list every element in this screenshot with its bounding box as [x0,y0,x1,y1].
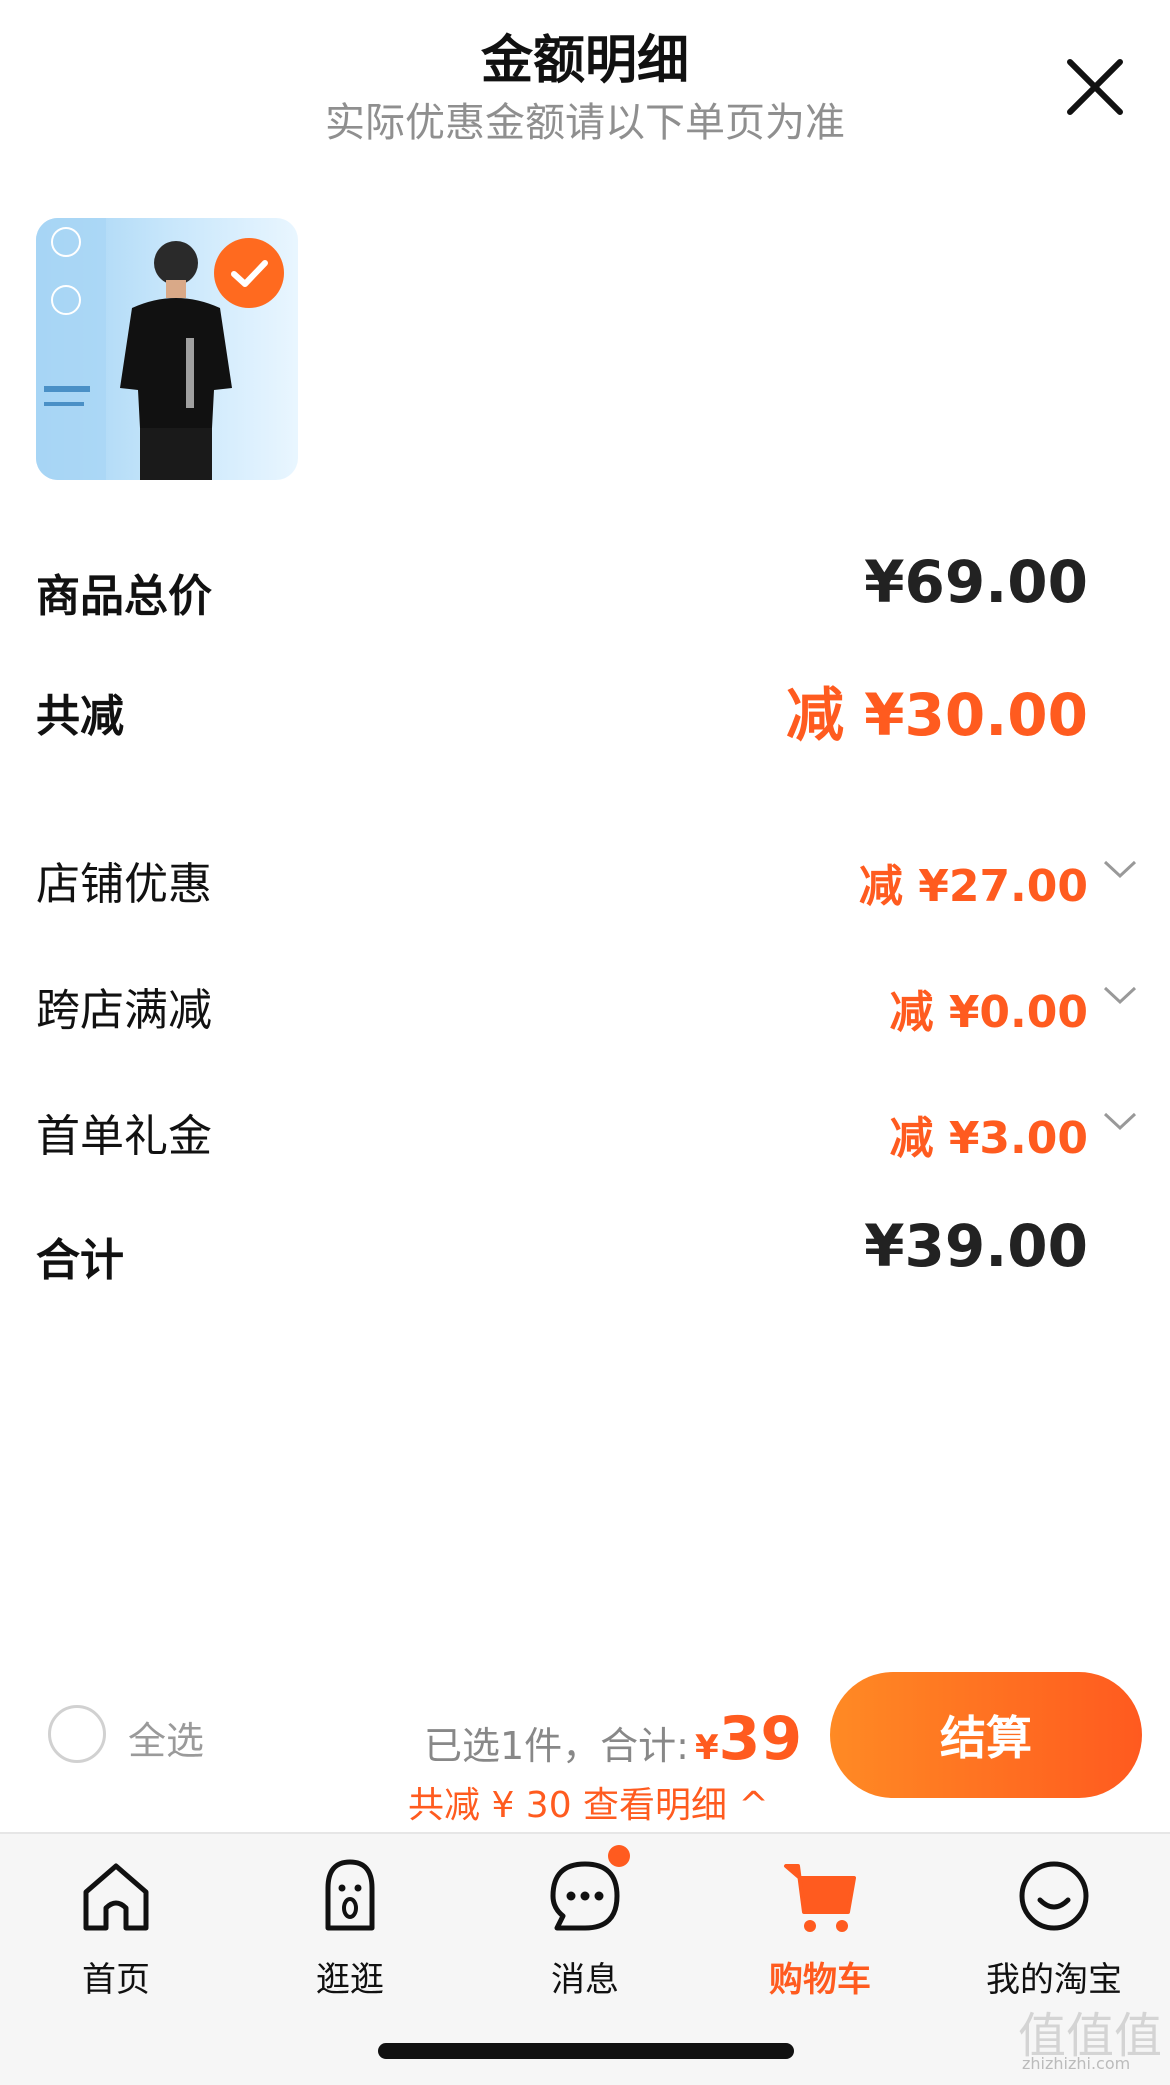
row-label: 跨店满减 [36,985,212,1036]
selected-count-text: 已选1件，合计: [424,1724,689,1768]
row-value: 减 ¥0.00 [889,987,1089,1038]
sheet-subtitle: 实际优惠金额请以下单页为准 [325,100,845,146]
tab-label: 购物车 [769,1960,871,2000]
tab-label: 首页 [82,1960,150,2000]
row-cross-store-discount[interactable]: 跨店满减 减 ¥0.00 [36,974,1138,1064]
tab-profile[interactable]: 我的淘宝 [954,1852,1154,2002]
tab-cart[interactable]: 购物车 [720,1852,920,2002]
row-value: 减 ¥27.00 [858,861,1088,912]
row-label: 店铺优惠 [36,859,212,910]
tab-browse[interactable]: 逛逛 [250,1852,450,2002]
tab-messages[interactable]: 消息 [485,1852,685,2002]
row-label: 商品总价 [36,571,212,622]
currency-symbol: ¥ [694,1728,719,1768]
close-icon[interactable] [1064,56,1126,118]
total-amount: 39 [718,1704,803,1774]
select-all-radio[interactable] [48,1705,106,1763]
row-value: ¥69.00 [864,548,1088,616]
tab-label: 我的淘宝 [986,1960,1122,2000]
row-label: 首单礼金 [36,1111,212,1162]
sheet-header: 金额明细 实际优惠金额请以下单页为准 [0,0,1170,150]
chevron-down-icon[interactable] [1102,1110,1138,1134]
chevron-down-icon[interactable] [1102,984,1138,1008]
watermark-url: zhizhizhi.com [1022,2054,1131,2073]
row-total-discount: 共减 减 ¥30.00 [36,680,1136,770]
row-store-discount[interactable]: 店铺优惠 减 ¥27.00 [36,848,1138,938]
chevron-down-icon[interactable] [1102,858,1138,882]
row-first-order-gift[interactable]: 首单礼金 减 ¥3.00 [36,1100,1138,1190]
sheet-title: 金额明细 [480,31,689,91]
select-all-label[interactable]: 全选 [128,1710,204,1765]
product-thumbnail[interactable] [36,218,298,480]
home-indicator [378,2043,794,2059]
tab-home[interactable]: 首页 [16,1852,216,2002]
view-details-link[interactable]: 共减 ¥ 30 查看明细 ^ [408,1776,769,1828]
row-label: 合计 [36,1235,124,1286]
cart-icon [784,1864,856,1932]
tab-label: 消息 [551,1960,619,2000]
tab-label: 逛逛 [316,1960,384,2000]
row-value: 减 ¥3.00 [889,1113,1089,1164]
selected-check-icon[interactable] [214,238,284,308]
profile-icon [1019,1861,1089,1931]
total-summary: 已选1件，合计: ¥39 [424,1704,802,1774]
row-value: 减 ¥30.00 [785,681,1088,749]
message-badge-dot [608,1845,630,1867]
row-label: 共减 [36,691,124,742]
row-grand-total: 合计 ¥39.00 [36,1212,1136,1314]
row-goods-total: 商品总价 ¥69.00 [36,548,1136,650]
checkout-button[interactable]: 结算 [830,1672,1142,1798]
row-value: ¥39.00 [864,1212,1088,1280]
home-icon [83,1863,149,1931]
browse-icon [325,1859,375,1931]
checkout-bar: 全选 已选1件，合计: ¥39 共减 ¥ 30 查看明细 ^ 结算 [0,1660,1170,1830]
